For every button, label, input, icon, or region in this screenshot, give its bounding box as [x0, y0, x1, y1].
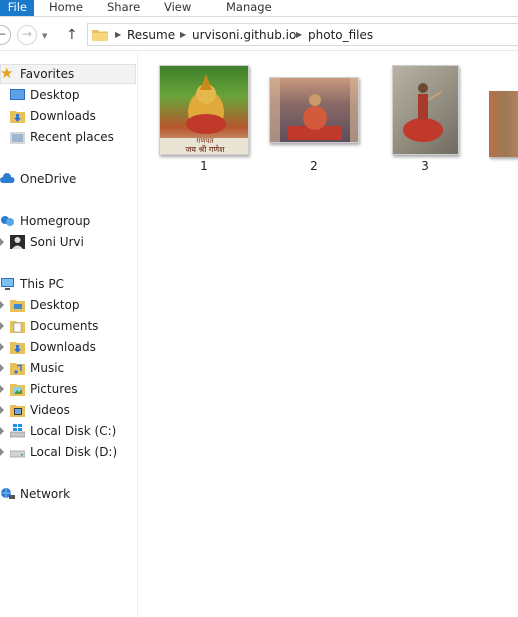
- nav-onedrive[interactable]: OneDrive: [0, 169, 136, 189]
- ribbon-tabs: File Home Share View Manage: [0, 0, 518, 17]
- nav-pc-disk-d[interactable]: Local Disk (D:): [0, 442, 136, 462]
- downloads-folder-icon: [10, 111, 25, 123]
- music-folder-icon: [10, 363, 25, 375]
- nav-pc-music[interactable]: Music: [0, 358, 136, 378]
- downloads-folder-icon: [10, 342, 25, 354]
- file-thumbnail: [379, 64, 471, 156]
- nav-pc-pictures[interactable]: Pictures: [0, 379, 136, 399]
- expand-chevron-icon[interactable]: [0, 427, 4, 435]
- expand-chevron-icon[interactable]: [0, 364, 4, 372]
- file-name: 3: [421, 159, 429, 173]
- computer-icon: [1, 278, 14, 290]
- back-arrow-icon[interactable]: ←: [0, 25, 11, 45]
- recent-places-icon: [10, 132, 25, 144]
- thumbnail-caption-bottom: जय श्री गणेश: [185, 145, 225, 154]
- desktop-folder-icon: [10, 300, 25, 312]
- thumbnail-image: [489, 91, 518, 157]
- tab-home[interactable]: Home: [49, 0, 83, 16]
- thumbnail-image: [269, 77, 359, 143]
- documents-folder-icon: [10, 321, 25, 333]
- breadcrumb-chevron-icon[interactable]: ▶: [180, 28, 186, 42]
- nav-fav-downloads[interactable]: Downloads: [0, 106, 136, 126]
- file-item[interactable]: गणपत जय श्री गणेश 1: [158, 64, 250, 174]
- breadcrumb-photo-files[interactable]: photo_files: [308, 28, 373, 42]
- address-bar[interactable]: ▶ Resume ▶ urvisoni.github.io ▶ photo_fi…: [87, 23, 518, 46]
- expand-chevron-icon[interactable]: [0, 322, 4, 330]
- nav-fav-recent[interactable]: Recent places: [0, 127, 136, 147]
- breadcrumb-site[interactable]: urvisoni.github.io: [192, 28, 296, 42]
- breadcrumb-chevron-icon[interactable]: ▶: [296, 28, 302, 42]
- expand-chevron-icon[interactable]: [0, 406, 4, 414]
- expand-chevron-icon[interactable]: [0, 385, 4, 393]
- nav-pc-desktop[interactable]: Desktop: [0, 295, 136, 315]
- nav-thispc[interactable]: This PC: [0, 274, 136, 294]
- file-name: 1: [200, 159, 208, 173]
- up-arrow-icon[interactable]: ↑: [66, 26, 80, 44]
- nav-homegroup-user[interactable]: Soni Urvi: [0, 232, 136, 252]
- tab-manage[interactable]: Manage: [226, 0, 272, 16]
- nav-pc-videos[interactable]: Videos: [0, 400, 136, 420]
- nav-fav-desktop[interactable]: Desktop: [0, 85, 136, 105]
- drive-icon: [10, 450, 25, 458]
- nav-pc-disk-c[interactable]: Local Disk (C:): [0, 421, 136, 441]
- star-icon: ★: [0, 64, 14, 82]
- network-icon: [1, 488, 15, 499]
- file-item[interactable]: [489, 64, 518, 174]
- file-thumbnail: गणपत जय श्री गणेश: [158, 64, 250, 156]
- nav-favorites[interactable]: ★ Favorites: [0, 64, 136, 84]
- thumbnail-image: गणपत जय श्री गणेश: [159, 65, 249, 155]
- tab-file[interactable]: File: [0, 0, 34, 16]
- file-list: गणपत जय श्री गणेश 1 2 3: [139, 52, 518, 617]
- nav-network[interactable]: Network: [0, 484, 136, 504]
- breadcrumb-resume[interactable]: Resume: [127, 28, 175, 42]
- cloud-icon: [0, 173, 15, 183]
- breadcrumb-chevron-icon[interactable]: ▶: [115, 28, 121, 42]
- nav-pc-downloads[interactable]: Downloads: [0, 337, 136, 357]
- file-item[interactable]: 3: [379, 64, 471, 174]
- desktop-icon: [10, 89, 25, 100]
- recent-locations-chevron-icon[interactable]: ▼: [42, 32, 47, 40]
- tab-view[interactable]: View: [164, 0, 191, 16]
- navigation-pane: ★ Favorites Desktop Downloads Recent pla…: [0, 52, 138, 617]
- user-icon: [10, 235, 25, 249]
- homegroup-icon: [1, 216, 14, 226]
- tab-share[interactable]: Share: [107, 0, 140, 16]
- nav-homegroup[interactable]: Homegroup: [0, 211, 136, 231]
- file-thumbnail: [268, 64, 360, 156]
- videos-folder-icon: [10, 405, 25, 417]
- expand-chevron-icon[interactable]: [0, 343, 4, 351]
- forward-arrow-icon[interactable]: →: [17, 25, 37, 45]
- expand-chevron-icon[interactable]: [0, 448, 4, 456]
- windows-drive-icon: [10, 424, 25, 438]
- expand-chevron-icon[interactable]: [0, 301, 4, 309]
- thumbnail-image: [391, 65, 459, 155]
- file-item[interactable]: 2: [268, 64, 360, 174]
- thumbnail-caption-top: गणपत: [196, 137, 214, 145]
- navigation-bar: ← → ▼ ↑ ▶ Resume ▶ urvisoni.github.io ▶ …: [0, 18, 518, 51]
- folder-icon: [92, 30, 108, 41]
- nav-pc-documents[interactable]: Documents: [0, 316, 136, 336]
- pictures-folder-icon: [10, 384, 25, 396]
- file-name: 2: [310, 159, 318, 173]
- expand-chevron-icon[interactable]: [0, 238, 4, 246]
